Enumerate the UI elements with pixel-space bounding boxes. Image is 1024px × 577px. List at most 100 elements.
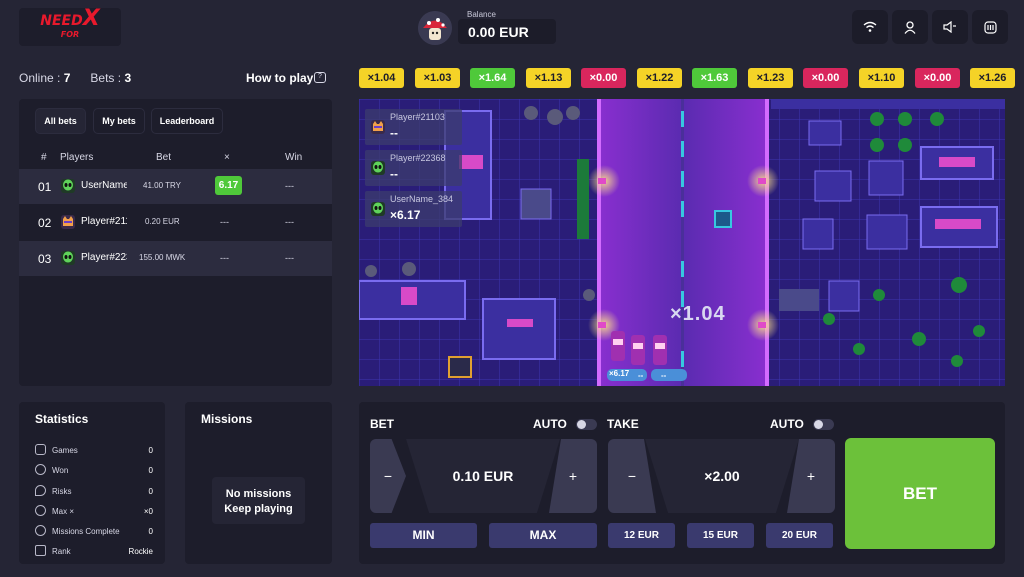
multiplier-chip: ×1.64 bbox=[470, 68, 515, 88]
row-number: 02 bbox=[38, 216, 52, 230]
take-preset-button[interactable]: 15 EUR bbox=[687, 523, 754, 548]
stat-won: Won 0 bbox=[35, 464, 153, 478]
logo[interactable]: NEEDX FOR bbox=[19, 8, 121, 46]
bet-section-label: BET bbox=[370, 417, 394, 431]
avatar[interactable] bbox=[418, 11, 452, 45]
player-name: UserName_384 bbox=[81, 180, 127, 191]
player-card: Player#22368 -- bbox=[365, 150, 462, 186]
profile-button[interactable] bbox=[892, 10, 928, 44]
tab-all-bets[interactable]: All bets bbox=[35, 108, 86, 134]
tab-leaderboard[interactable]: Leaderboard bbox=[151, 108, 223, 134]
bet-amount-input[interactable]: 0.10 EUR bbox=[406, 439, 560, 513]
logo-text-top: NEED bbox=[40, 13, 83, 29]
row-number: 03 bbox=[38, 252, 52, 266]
alien-avatar-icon bbox=[371, 202, 385, 216]
multiplier-chip: ×1.23 bbox=[748, 68, 793, 88]
wifi-icon bbox=[863, 21, 877, 32]
stat-label: Games bbox=[52, 446, 78, 455]
table-row: 02 Player#21103 0.20 EUR --- --- bbox=[19, 205, 332, 240]
chat-icon[interactable]: ? bbox=[314, 72, 326, 83]
bet-auto-label: AUTO bbox=[533, 417, 567, 431]
table-row: 01 UserName_384 41.00 TRY 6.17 --- bbox=[19, 169, 332, 204]
cashout-multiplier: --- bbox=[220, 217, 229, 227]
take-section-label: TAKE bbox=[607, 417, 639, 431]
col-num: # bbox=[41, 152, 47, 163]
cashout-multiplier: 6.17 bbox=[215, 176, 242, 195]
bet-amount: 0.20 EUR bbox=[145, 217, 180, 226]
stat-value: 0 bbox=[148, 487, 153, 496]
bet-amount: 155.00 MWK bbox=[139, 253, 186, 262]
online-count: 7 bbox=[63, 71, 71, 85]
take-multiplier-input[interactable]: ×2.00 bbox=[645, 439, 799, 513]
take-auto-toggle[interactable] bbox=[813, 419, 834, 430]
take-preset-button[interactable]: 12 EUR bbox=[608, 523, 675, 548]
stat-label: Won bbox=[52, 466, 69, 475]
take-preset-button[interactable]: 20 EUR bbox=[766, 523, 833, 548]
col-bet: Bet bbox=[156, 152, 172, 163]
statistics-panel: Statistics Games 0 Won 0 Risks 0 Max × ×… bbox=[19, 402, 165, 564]
tab-my-bets[interactable]: My bets bbox=[93, 108, 145, 134]
player-card-value: ×6.17 bbox=[390, 208, 421, 222]
fairness-icon bbox=[983, 20, 997, 34]
multiplier-chip: ×1.63 bbox=[692, 68, 737, 88]
user-icon bbox=[904, 20, 916, 34]
missions-empty-line2: Keep playing bbox=[224, 503, 293, 515]
stat-missions-complete: Missions Complete 0 bbox=[35, 525, 153, 539]
win-amount: --- bbox=[285, 181, 294, 191]
trophy-icon bbox=[35, 464, 46, 475]
flame-icon bbox=[35, 485, 46, 496]
alien-avatar-icon bbox=[371, 161, 385, 175]
sound-button[interactable] bbox=[932, 10, 968, 44]
how-to-play-link[interactable]: How to play bbox=[246, 71, 313, 85]
player-card-value: -- bbox=[390, 126, 398, 140]
player-name: Player#21103 bbox=[81, 216, 127, 227]
multiplier-chip: ×1.04 bbox=[359, 68, 404, 88]
stat-value: 0 bbox=[148, 466, 153, 475]
multiplier-chip: ×0.00 bbox=[803, 68, 848, 88]
car-tag: ×6.17 bbox=[609, 369, 630, 378]
stat-label: Risks bbox=[52, 487, 72, 496]
win-amount: --- bbox=[285, 253, 294, 263]
balance-label: Balance bbox=[467, 10, 496, 19]
stat-rank: Rank Rockie bbox=[35, 545, 153, 559]
take-auto-label: AUTO bbox=[770, 417, 804, 431]
bet-amount: 41.00 TRY bbox=[143, 181, 181, 190]
header: NEEDX FOR Balance 0.00 EUR bbox=[0, 0, 1024, 58]
gauge-icon bbox=[35, 505, 46, 516]
cashout-multiplier: --- bbox=[220, 253, 229, 263]
place-bet-button[interactable]: BET bbox=[845, 438, 995, 549]
stat-risks: Risks 0 bbox=[35, 485, 153, 499]
multiplier-chip: ×0.00 bbox=[915, 68, 960, 88]
online-status: Online : 7 Bets : 3 bbox=[19, 71, 131, 85]
bet-auto-toggle[interactable] bbox=[576, 419, 597, 430]
max-button[interactable]: MAX bbox=[489, 523, 597, 548]
wifi-button[interactable] bbox=[852, 10, 888, 44]
player-name: Player#22368 bbox=[81, 252, 127, 263]
bet-decrease-button[interactable]: − bbox=[370, 439, 406, 513]
stat-label: Missions Complete bbox=[52, 527, 120, 536]
player-card-value: -- bbox=[390, 167, 398, 181]
row-number: 01 bbox=[38, 180, 52, 194]
multiplier-chip: ×0.00 bbox=[581, 68, 626, 88]
col-win: Win bbox=[285, 152, 303, 163]
game-area: Player#21103 -- Player#22368 -- UserName… bbox=[359, 99, 1005, 386]
bets-count: 3 bbox=[124, 71, 132, 85]
stat-value: ×0 bbox=[143, 507, 153, 516]
race-cars bbox=[611, 331, 667, 365]
current-multiplier: ×1.04 bbox=[670, 303, 726, 325]
bets-panel: All bets My bets Leaderboard # Players B… bbox=[19, 99, 332, 386]
cat-avatar-icon bbox=[61, 215, 75, 229]
online-label: Online : bbox=[19, 71, 61, 85]
check-icon bbox=[35, 525, 46, 536]
stat-games: Games 0 bbox=[35, 444, 153, 458]
multiplier-chip: ×1.13 bbox=[526, 68, 571, 88]
stat-value: Rockie bbox=[128, 547, 153, 556]
min-button[interactable]: MIN bbox=[370, 523, 477, 548]
fairness-button[interactable] bbox=[972, 10, 1008, 44]
stat-max: Max × ×0 bbox=[35, 505, 153, 519]
statistics-title: Statistics bbox=[35, 412, 89, 426]
logo-text-mid: FOR bbox=[60, 30, 80, 39]
bet-controls: BET AUTO TAKE AUTO − 0.10 EUR + − ×2.00 … bbox=[359, 402, 1005, 564]
alien-avatar-icon bbox=[61, 179, 75, 193]
cat-avatar-icon bbox=[371, 120, 385, 134]
